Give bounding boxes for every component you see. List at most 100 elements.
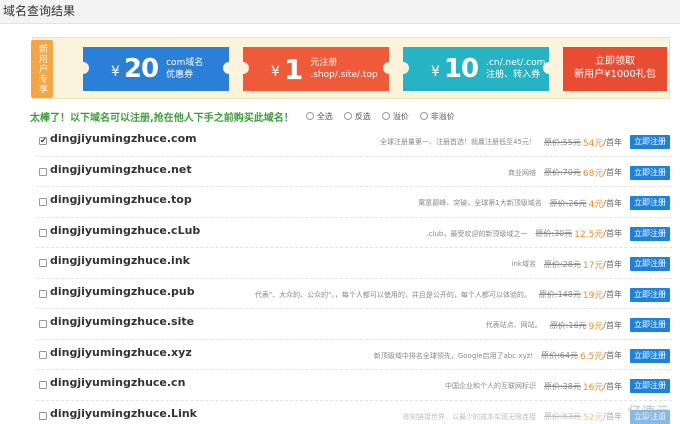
price-unit: /首年 [603, 137, 622, 147]
domain-row: dingjiyumingzhuce.cn 中国企业和个人的互联网标识 原价:38… [36, 370, 672, 401]
price-unit: /首年 [603, 259, 622, 269]
filter-label: 反选 [354, 111, 371, 121]
radio-icon[interactable] [381, 112, 390, 120]
available-notice: 太棒了！以下域名可以注册,抢在他人下手之前购买此域名！ [30, 112, 294, 124]
coupon-desc-line2: .shop/.site/.top [310, 70, 378, 80]
claim-gift-button[interactable]: 立即领取 新用户¥1000礼包 [563, 47, 667, 91]
filter-label: 非溢价 [430, 111, 455, 121]
sale-price: 19元 [582, 291, 604, 301]
radio-icon[interactable] [419, 112, 428, 120]
domain-row: dingjiyumingzhuce.cLub .club，最受欢迎的新顶级域之一… [36, 218, 672, 248]
coupon-amount: 1 [283, 52, 304, 86]
price-unit: /首年 [603, 290, 622, 299]
price-unit: /首年 [603, 168, 622, 177]
domain-name: dingjiyumingzhuce.net [50, 162, 192, 176]
selection-filter: 全选 反选 溢价 非溢价 [305, 111, 466, 122]
domain-name: dingjiyumingzhuce.cn [50, 376, 186, 389]
coupon-shop-site-top[interactable]: ¥ 1 元注册 .shop/.site/.top [237, 47, 395, 91]
register-button[interactable]: 立即注册 [630, 379, 670, 393]
domain-description: .club，最受欢迎的新顶级域之一 [426, 229, 528, 238]
domain-row: dingjiyumingzhuce.top 寓意巅峰、突破，全球第1大新顶级域名… [36, 187, 672, 218]
domain-row: dingjiyumingzhuce.site 代表站点、网站。 原价:16元 9… [36, 309, 672, 340]
radio-icon[interactable] [343, 112, 352, 120]
sale-price: 54元 [582, 138, 604, 149]
filter-invert[interactable]: 反选 [343, 111, 371, 122]
register-button[interactable]: 立即注册 [630, 257, 670, 271]
original-price: 原价:70元 [543, 168, 581, 177]
domain-description: 代表"、大众的、公众的"。，每个人都可以使用的，并且是公开的，每个人都可以体验的… [254, 290, 531, 299]
domain-row: dingjiyumingzhuce.net 商业网络 原价:70元 68元 /首… [36, 157, 672, 187]
original-price: 原价:30元 [535, 229, 573, 238]
filter-premium[interactable]: 溢价 [381, 111, 409, 122]
domain-name: dingjiyumingzhuce.Link [50, 406, 197, 420]
watermark-logo: 亿速云 [627, 405, 670, 420]
price-unit: /首年 [603, 412, 622, 421]
domain-name: dingjiyumingzhuce.com [50, 132, 197, 145]
filter-non-premium[interactable]: 非溢价 [419, 111, 455, 122]
coupon-com[interactable]: ¥ 20 com域名 优惠券 [77, 47, 235, 91]
coupon-description: .cn/.net/.com 注册、转入券 [486, 57, 545, 81]
register-button[interactable]: 立即注册 [630, 165, 670, 180]
coupon-cn-net-com[interactable]: ¥ 10 .cn/.net/.com 注册、转入券 [397, 47, 555, 91]
register-button[interactable]: 立即注册 [630, 348, 670, 363]
coupon-desc-line1: .cn/.net/.com [486, 58, 546, 68]
coupon-description: com域名 优惠券 [166, 57, 203, 81]
original-price: 原价:16元 [549, 320, 587, 330]
register-button[interactable]: 立即注册 [630, 135, 670, 149]
domain-description: 全球注册量第一、注册首选！就赢注册低至45元！ [380, 138, 536, 146]
coupon-amount: 20 [123, 54, 159, 84]
sale-price: 9元 [588, 321, 604, 332]
price-unit: /首年 [603, 320, 622, 330]
filter-select-all[interactable]: 全选 [305, 111, 333, 122]
notice-row: 太棒了！以下域名可以注册,抢在他人下手之前购买此域名！ 全选 反选 溢价 非溢价 [30, 107, 670, 125]
domain-checkbox[interactable] [39, 167, 47, 176]
domain-checkbox[interactable] [39, 228, 47, 237]
register-button[interactable]: 立即注册 [630, 226, 670, 241]
domain-description: 代表站点、网站。 [485, 321, 542, 329]
domain-description: 寓意巅峰、突破，全球第1大新顶级域名 [418, 199, 542, 207]
claim-line2: 新用户¥1000礼包 [574, 69, 656, 80]
domain-name: dingjiyumingzhuce.pub [50, 284, 195, 298]
sale-price: 68元 [582, 169, 604, 179]
domain-checkbox[interactable]: ✔ [39, 137, 47, 145]
original-price: 原价:26元 [549, 198, 587, 208]
register-button[interactable]: 立即注册 [630, 318, 670, 332]
domain-row: ✔ dingjiyumingzhuce.com 全球注册量第一、注册首选！就赢注… [36, 126, 672, 157]
domain-description: 商业网络 [507, 168, 536, 177]
new-user-tag-label: 新用户专享 [37, 44, 47, 94]
coupon-description: 元注册 .shop/.site/.top [310, 57, 377, 81]
price-unit: /首年 [603, 381, 622, 391]
sale-price: 6.5元 [579, 352, 604, 362]
original-price: 原价:53元 [543, 412, 581, 421]
domain-row: dingjiyumingzhuce.pub 代表"、大众的、公众的"。，每个人都… [36, 279, 672, 309]
original-price: 原价:55元 [543, 137, 581, 147]
domain-checkbox[interactable] [39, 259, 47, 267]
price-unit: /首年 [603, 198, 622, 208]
price-unit: /首年 [603, 351, 622, 360]
original-price: 原价:38元 [543, 381, 581, 391]
coupon-amount: 10 [443, 54, 479, 84]
register-button[interactable]: 立即注册 [630, 196, 670, 210]
register-button[interactable]: 立即注册 [630, 287, 670, 302]
domain-checkbox[interactable] [39, 411, 47, 420]
domain-checkbox[interactable] [39, 320, 47, 328]
domain-description: 中国企业和个人的互联网标识 [444, 382, 536, 390]
sale-price: 16元 [582, 382, 604, 393]
filter-label: 全选 [316, 111, 333, 121]
domain-name: dingjiyumingzhuce.ink [50, 254, 190, 267]
domain-list: ✔ dingjiyumingzhuce.com 全球注册量第一、注册首选！就赢注… [36, 126, 672, 424]
domain-description: 新顶级域中排名全球领先，Google启用了abc.xyz! [373, 351, 534, 360]
price-unit: /首年 [603, 229, 622, 238]
domain-checkbox[interactable] [39, 350, 47, 359]
page-title: 域名查询结果 [0, 0, 680, 24]
sale-price: 52元 [582, 413, 604, 423]
domain-description: 即刻链接世界、以最少的成本实现无限连接 [402, 412, 536, 421]
domain-checkbox[interactable] [39, 381, 47, 389]
domain-checkbox[interactable] [39, 198, 47, 206]
domain-checkbox[interactable] [39, 289, 47, 298]
domain-row: dingjiyumingzhuce.ink ink域名 原价:28元 17元 /… [36, 248, 672, 279]
filter-label: 溢价 [392, 111, 409, 121]
radio-icon[interactable] [305, 112, 314, 120]
original-price: 原价:148元 [538, 290, 581, 299]
domain-row: dingjiyumingzhuce.Link 即刻链接世界、以最少的成本实现无限… [36, 401, 672, 424]
